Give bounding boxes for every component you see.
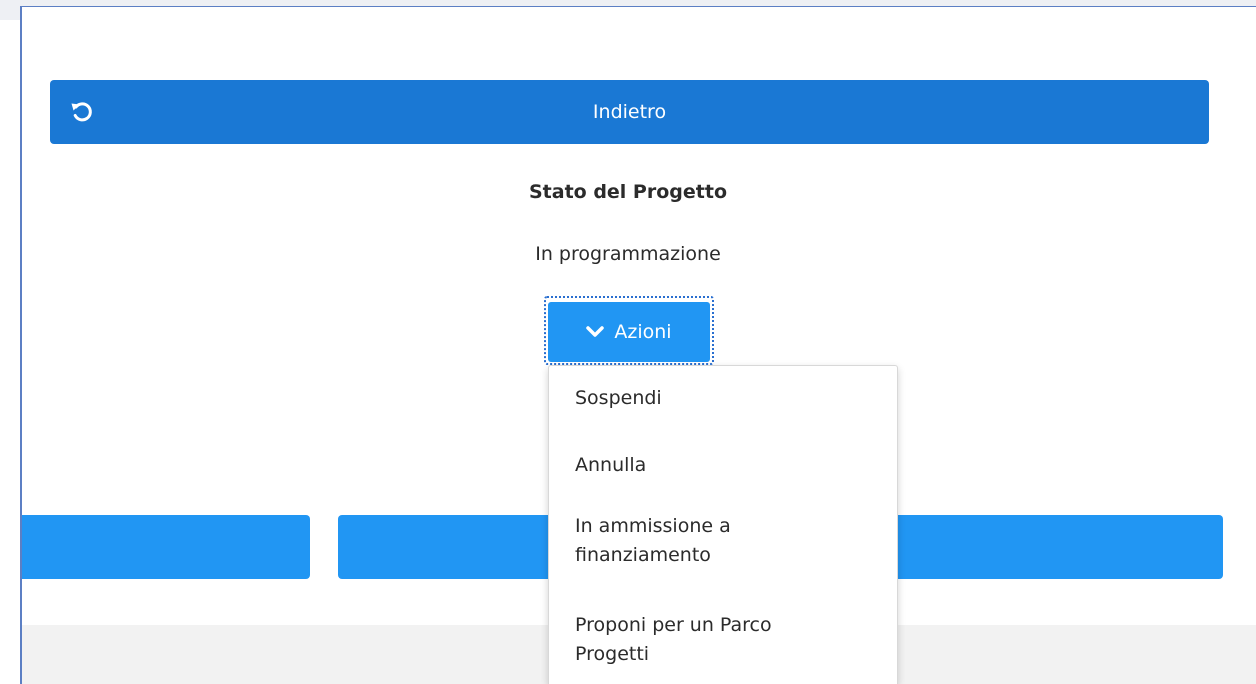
chevron-down-icon — [586, 326, 605, 337]
actions-dropdown-button[interactable]: Azioni — [548, 302, 710, 362]
frame-border-top — [20, 6, 1256, 7]
back-button-label: Indietro — [592, 101, 667, 123]
frame-border-left — [20, 6, 22, 684]
back-button[interactable]: Indietro — [50, 80, 1209, 144]
project-status-value: In programmazione — [535, 243, 721, 265]
menu-item-sospendi[interactable]: Sospendi — [575, 384, 875, 413]
project-status-title: Stato del Progetto — [528, 181, 727, 203]
actions-dropdown-menu: Sospendi Annulla In ammissione a finanzi… — [548, 365, 898, 684]
menu-item-annulla[interactable]: Annulla — [575, 451, 875, 480]
undo-icon — [71, 102, 92, 122]
actions-button-label: Azioni — [614, 321, 672, 343]
menu-item-ammissione-finanziamento[interactable]: In ammissione a finanziamento — [575, 512, 805, 570]
menu-item-parco-progetti[interactable]: Proponi per un Parco Progetti — [575, 611, 845, 669]
bottom-action-button-left[interactable] — [22, 515, 310, 579]
